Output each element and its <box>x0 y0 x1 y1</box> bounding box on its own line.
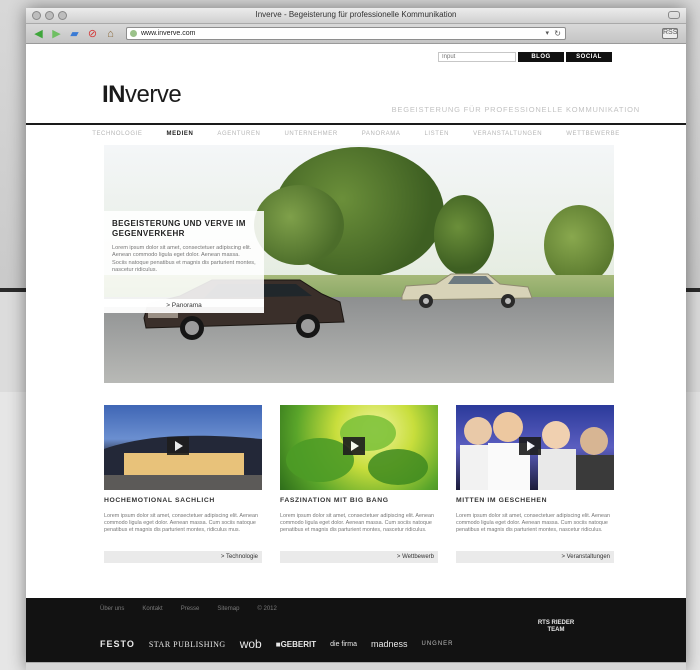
feature-card: FASZINATION MIT BIG BANG Lorem ipsum dol… <box>280 405 438 565</box>
feature-link-veranstaltungen[interactable]: > Veranstaltungen <box>456 551 614 563</box>
feature-link-wettbewerb[interactable]: > Wettbewerb <box>280 551 438 563</box>
star-publishing-logo[interactable]: STAR PUBLISHING <box>149 640 226 649</box>
history-dropdown-icon[interactable]: ▾ <box>545 28 549 39</box>
footer-link-presse[interactable]: Presse <box>181 606 200 612</box>
window-title: Inverve - Begeisterung für professionell… <box>255 10 457 19</box>
main-nav: TECHNOLOGIE MEDIEN AGENTUREN UNTERNEHMER… <box>26 127 686 141</box>
nav-item-panorama[interactable]: PANORAMA <box>350 127 413 141</box>
wob-logo[interactable]: wob <box>240 637 262 651</box>
feature-title: FASZINATION MIT BIG BANG <box>280 497 389 504</box>
nav-item-listen[interactable]: LISTEN <box>412 127 461 141</box>
footer-link-kontakt[interactable]: Kontakt <box>142 606 162 612</box>
tree-right <box>544 205 614 285</box>
rss-icon[interactable]: RSS <box>662 28 678 39</box>
blog-button[interactable]: BLOG <box>518 52 564 62</box>
ungner-logo[interactable]: UNGNER <box>422 641 454 647</box>
partner-logos: FESTO STAR PUBLISHING wob ■GEBERIT die f… <box>100 636 620 652</box>
reload-icon[interactable]: ↻ <box>554 28 561 39</box>
hero-caption: BEGEISTERUNG UND VERVE IM GEGENVERKEHR L… <box>104 211 264 307</box>
feature-card: HOCHEMOTIONAL SACHLICH Lorem ipsum dolor… <box>104 405 262 565</box>
madness-logo[interactable]: madness <box>371 639 408 649</box>
feature-card: MITTEN IM GESCHEHEN Lorem ipsum dolor si… <box>456 405 614 565</box>
play-button-icon[interactable] <box>167 437 189 455</box>
footer-link-sitemap[interactable]: Sitemap <box>217 606 239 612</box>
site-tagline: BEGEISTERUNG FÜR PROFESSIONELLE KOMMUNIK… <box>391 105 640 114</box>
tree-left <box>254 185 344 265</box>
footer-links: Über uns Kontakt Presse Sitemap © 2012 <box>100 606 277 612</box>
hero-link-panorama[interactable]: > Panorama <box>104 299 264 313</box>
play-button-icon[interactable] <box>343 437 365 455</box>
nav-item-technologie[interactable]: TECHNOLOGIE <box>80 127 154 141</box>
nav-item-medien[interactable]: MEDIEN <box>154 127 205 141</box>
rts-rieder-team-logo[interactable]: RTS RIEDER TEAM <box>536 620 576 634</box>
feature-title: HOCHEMOTIONAL SACHLICH <box>104 497 215 504</box>
forward-arrow-icon[interactable]: ▶ <box>50 27 63 40</box>
die-firma-logo[interactable]: die firma <box>330 641 357 648</box>
home-icon[interactable]: ⌂ <box>104 27 117 40</box>
feature-text: Lorem ipsum dolor sit amet, consectetuer… <box>280 513 435 534</box>
hero-text: Lorem ipsum dolor sit amet, consectetuer… <box>112 245 256 274</box>
vintage-car-image <box>401 273 533 308</box>
logo-prefix: IN <box>102 81 126 108</box>
site-logo[interactable]: INverve <box>102 81 182 109</box>
website: BLOG SOCIAL INverve BEGEISTERUNG FÜR PRO… <box>26 45 686 670</box>
site-footer: Über uns Kontakt Presse Sitemap © 2012 F… <box>26 598 686 670</box>
feature-image-building[interactable] <box>104 405 262 490</box>
play-button-icon[interactable] <box>519 437 541 455</box>
favicon-icon <box>130 30 137 37</box>
logo-suffix: verve <box>125 81 182 108</box>
feature-image-clover[interactable] <box>280 405 438 490</box>
nav-item-unternehmer[interactable]: UNTERNEHMER <box>272 127 349 141</box>
feature-text: Lorem ipsum dolor sit amet, consectetuer… <box>104 513 259 534</box>
nav-item-wettbewerbe[interactable]: WETTBEWERBE <box>554 127 632 141</box>
feature-columns: HOCHEMOTIONAL SACHLICH Lorem ipsum dolor… <box>104 405 614 565</box>
stop-icon[interactable]: ⊘ <box>86 27 99 40</box>
address-bar[interactable]: www.inverve.com ▾ ↻ <box>126 27 566 40</box>
toolbar-toggle-button[interactable] <box>668 11 680 19</box>
hero-banner[interactable]: BEGEISTERUNG UND VERVE IM GEGENVERKEHR L… <box>104 145 614 383</box>
status-bar <box>26 662 686 670</box>
site-header: BLOG SOCIAL INverve BEGEISTERUNG FÜR PRO… <box>26 45 686 125</box>
footer-copyright: © 2012 <box>257 606 277 612</box>
tree-mid <box>434 195 494 275</box>
browser-toolbar: ◀ ▶ ▰ ⊘ ⌂ www.inverve.com ▾ ↻ RSS <box>26 24 686 44</box>
feature-link-technologie[interactable]: > Technologie <box>104 551 262 563</box>
nav-item-veranstaltungen[interactable]: VERANSTALTUNGEN <box>461 127 554 141</box>
feature-title: MITTEN IM GESCHEHEN <box>456 497 548 504</box>
url-text: www.inverve.com <box>141 30 196 37</box>
feature-image-people[interactable] <box>456 405 614 490</box>
bookmarks-icon[interactable]: ▰ <box>68 27 81 40</box>
nav-item-agenturen[interactable]: AGENTUREN <box>205 127 272 141</box>
hero-title: BEGEISTERUNG UND VERVE IM GEGENVERKEHR <box>112 219 246 238</box>
back-arrow-icon[interactable]: ◀ <box>32 27 45 40</box>
footer-link-ueber-uns[interactable]: Über uns <box>100 606 124 612</box>
festo-logo[interactable]: FESTO <box>100 639 135 649</box>
search-input[interactable] <box>438 52 516 62</box>
geberit-logo[interactable]: ■GEBERIT <box>276 640 316 649</box>
feature-text: Lorem ipsum dolor sit amet, consectetuer… <box>456 513 611 534</box>
social-button[interactable]: SOCIAL <box>566 52 612 62</box>
browser-window: Inverve - Begeisterung für professionell… <box>26 8 686 670</box>
title-bar: Inverve - Begeisterung für professionell… <box>26 8 686 24</box>
